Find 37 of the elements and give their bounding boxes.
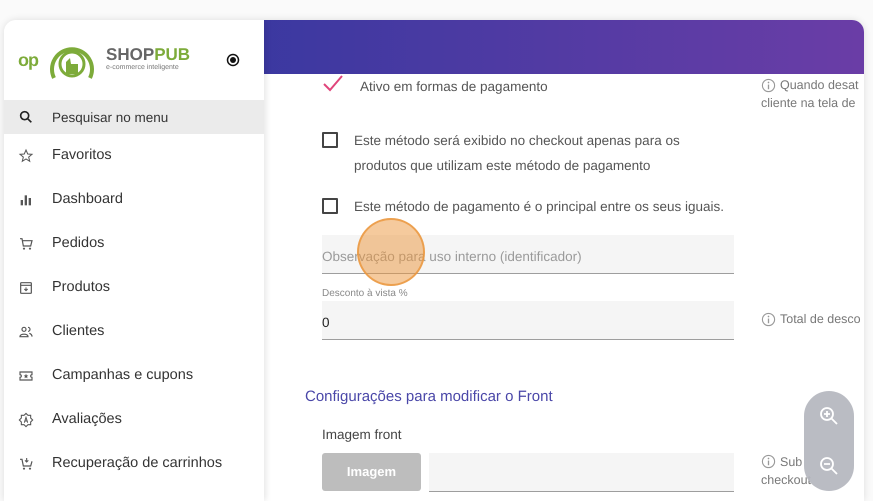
checkbox-label: Este método de pagamento é o principal entre os seus iguais. xyxy=(354,198,724,216)
file-name-field[interactable] xyxy=(429,452,734,492)
sidebar-item[interactable]: Dashboard xyxy=(4,178,264,222)
info-icon xyxy=(761,312,776,326)
help-text: checkout xyxy=(761,472,812,488)
star-icon xyxy=(18,148,34,164)
brand-name: SHOPPUB xyxy=(106,46,190,64)
field-label: Imagem front xyxy=(322,426,403,444)
sidebar-item[interactable]: Avaliações xyxy=(4,398,264,442)
info-icon xyxy=(761,454,776,469)
checkbox[interactable] xyxy=(322,198,338,214)
badge-icon xyxy=(18,412,34,428)
help-text: Sub xyxy=(780,454,802,470)
info-icon xyxy=(761,78,776,92)
input-field[interactable]: 0 xyxy=(322,301,734,340)
help-text: Total de desco xyxy=(780,311,861,328)
sidebar-item[interactable]: Campanhas e cupons xyxy=(4,354,264,398)
sidebar-item[interactable]: Clientes xyxy=(4,310,264,354)
checkbox-label: Este método será exibido no checkout apenas para os produtos que utilizam este método de pagamento xyxy=(354,132,680,175)
help-text: Quando desat xyxy=(780,77,859,94)
search-field[interactable]: Pesquisar no menu xyxy=(4,100,264,134)
sidebar-item[interactable]: Pedidos xyxy=(4,222,264,266)
sidebar-item[interactable]: Recuperação de carrinhos xyxy=(4,442,264,486)
field-label: Desconto à vista % xyxy=(322,287,409,301)
search-icon xyxy=(18,109,34,125)
help-text: cliente na tela de xyxy=(761,95,856,112)
section-title: Configurações para modificar o Front xyxy=(305,387,554,407)
checkbox[interactable] xyxy=(322,132,338,148)
box-icon xyxy=(18,280,34,296)
checkbox-label: Ativo em formas de pagamento xyxy=(360,78,548,96)
checkmark[interactable] xyxy=(322,74,344,94)
cart-icon xyxy=(18,456,34,472)
sidebar-item[interactable]: Produtos xyxy=(4,266,264,310)
logo-mark: op xyxy=(18,48,38,72)
cart-icon xyxy=(18,236,34,252)
people-icon xyxy=(18,324,34,340)
sidebar-item[interactable]: Favoritos xyxy=(4,134,264,178)
